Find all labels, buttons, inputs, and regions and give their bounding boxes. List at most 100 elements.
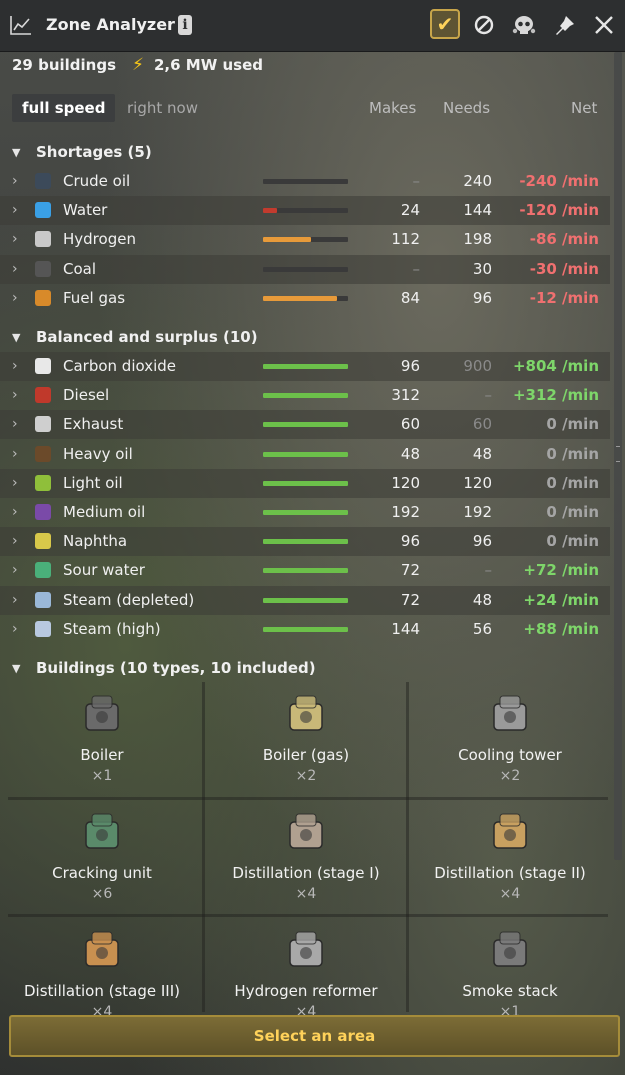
ratio-bar bbox=[263, 422, 348, 428]
resource-icon bbox=[35, 533, 51, 550]
close-icon bbox=[595, 16, 613, 34]
ratio-bar bbox=[263, 266, 348, 272]
shortages-section-header[interactable]: ▼ Shortages (5) bbox=[0, 138, 625, 166]
resource-row[interactable]: › Water 24 144 -120 /min bbox=[0, 196, 610, 226]
buildings-section-header[interactable]: ▼ Buildings (10 types, 10 included) bbox=[0, 654, 625, 682]
building-name: Distillation (stage II) bbox=[434, 864, 586, 882]
net-value: -240 /min bbox=[519, 172, 599, 190]
resource-row[interactable]: › Light oil 120 120 0 /min bbox=[0, 468, 610, 498]
makes-value: 48 bbox=[400, 444, 420, 463]
pin-button[interactable] bbox=[549, 9, 581, 41]
net-value: 0 /min bbox=[546, 473, 599, 492]
check-icon: ✔ bbox=[436, 12, 454, 36]
resource-row[interactable]: › Diesel 312 – +312 /min bbox=[0, 381, 610, 410]
ratio-bar-fill bbox=[263, 393, 348, 399]
window-title: Zone Analyzer bbox=[46, 15, 175, 34]
resource-row[interactable]: › Naphtha 96 96 0 /min bbox=[0, 527, 610, 557]
makes-value: 192 bbox=[391, 503, 420, 521]
building-name: Boiler (gas) bbox=[262, 746, 350, 764]
building-card[interactable]: Boiler ×1 bbox=[2, 682, 202, 798]
makes-value: 312 bbox=[391, 386, 420, 405]
resource-row[interactable]: › Steam (high) 144 56 +88 /min bbox=[0, 615, 610, 644]
needs-value: 48 bbox=[472, 444, 492, 463]
ratio-bar bbox=[263, 364, 348, 369]
net-value: -12 /min bbox=[529, 288, 599, 307]
resource-row[interactable]: › Crude oil – 240 -240 /min bbox=[0, 167, 610, 196]
building-count: ×6 bbox=[91, 886, 113, 902]
resource-name: Hydrogen bbox=[63, 230, 136, 249]
resource-row[interactable]: › Carbon dioxide 96 900 +804 /min bbox=[0, 352, 610, 381]
info-icon[interactable]: i bbox=[178, 15, 192, 35]
resource-icon bbox=[35, 591, 51, 608]
balanced-section-header[interactable]: ▼ Balanced and surplus (10) bbox=[0, 323, 625, 351]
select-area-button[interactable]: Select an area bbox=[9, 1015, 620, 1057]
chevron-down-icon: ▼ bbox=[12, 330, 21, 344]
resource-row[interactable]: › Sour water 72 – +72 /min bbox=[0, 556, 610, 585]
disable-button[interactable] bbox=[468, 9, 500, 41]
makes-value: 60 bbox=[400, 415, 420, 434]
net-value: 0 /min bbox=[546, 503, 599, 521]
ratio-bar-fill bbox=[263, 568, 348, 574]
building-card[interactable]: Distillation (stage I) ×4 bbox=[206, 800, 406, 916]
chevron-down-icon: ▼ bbox=[12, 661, 21, 675]
resource-row[interactable]: › Coal – 30 -30 /min bbox=[0, 254, 610, 284]
needs-value: 96 bbox=[472, 532, 492, 551]
tab-full-speed[interactable]: full speed bbox=[12, 94, 116, 122]
ratio-bar bbox=[263, 510, 348, 515]
title-bar[interactable]: Zone Analyzer i ✔ bbox=[0, 0, 625, 52]
resource-row[interactable]: › Steam (depleted) 72 48 +24 /min bbox=[0, 585, 610, 615]
makes-value: 112 bbox=[391, 230, 420, 249]
chevron-right-icon: › bbox=[12, 591, 18, 608]
ratio-bar bbox=[263, 393, 348, 399]
resource-name: Coal bbox=[63, 259, 97, 278]
chevron-right-icon: › bbox=[12, 533, 18, 550]
ratio-bar-fill bbox=[263, 539, 348, 545]
cracking-unit-icon bbox=[85, 813, 119, 849]
resource-name: Light oil bbox=[63, 473, 123, 492]
tab-right-now[interactable]: right now bbox=[127, 94, 198, 122]
ratio-bar-fill bbox=[263, 364, 348, 369]
resource-name: Medium oil bbox=[63, 503, 146, 521]
resource-row[interactable]: › Medium oil 192 192 0 /min bbox=[0, 498, 610, 527]
building-card[interactable]: Distillation (stage II) ×4 bbox=[410, 800, 610, 916]
building-card[interactable]: Boiler (gas) ×2 bbox=[206, 682, 406, 798]
block-icon bbox=[474, 15, 494, 35]
net-value: -86 /min bbox=[529, 230, 599, 249]
resource-icon bbox=[35, 445, 51, 462]
ratio-bar-fill bbox=[263, 208, 278, 214]
resource-icon bbox=[35, 562, 51, 579]
resource-name: Water bbox=[63, 201, 108, 220]
net-value: +804 /min bbox=[512, 357, 599, 375]
pollution-button[interactable] bbox=[508, 9, 540, 41]
resource-icon bbox=[35, 173, 51, 189]
chevron-right-icon: › bbox=[12, 358, 18, 374]
resource-row[interactable]: › Hydrogen 112 198 -86 /min bbox=[0, 225, 610, 254]
needs-value: – bbox=[484, 561, 493, 580]
building-card[interactable]: Cracking unit ×6 bbox=[2, 800, 202, 916]
ratio-bar bbox=[263, 208, 348, 214]
makes-value: – bbox=[412, 259, 421, 278]
resource-name: Carbon dioxide bbox=[63, 357, 177, 375]
resource-name: Fuel gas bbox=[63, 288, 126, 307]
building-count: 29 buildings bbox=[12, 56, 117, 74]
building-count: ×2 bbox=[499, 768, 521, 784]
distillation-icon bbox=[493, 813, 527, 849]
confirm-button[interactable]: ✔ bbox=[430, 9, 460, 39]
resource-row[interactable]: › Heavy oil 48 48 0 /min bbox=[0, 440, 610, 469]
resource-row[interactable]: › Exhaust 60 60 0 /min bbox=[0, 410, 610, 440]
column-net: Net bbox=[571, 99, 598, 117]
resource-icon bbox=[35, 387, 51, 404]
distillation-icon bbox=[85, 931, 119, 967]
resource-icon bbox=[35, 358, 51, 374]
close-button[interactable] bbox=[588, 9, 620, 41]
chevron-right-icon: › bbox=[12, 562, 18, 579]
ratio-bar-fill bbox=[263, 295, 338, 301]
power-usage: 2,6 MW used bbox=[153, 56, 263, 74]
needs-value: – bbox=[484, 386, 493, 405]
resource-icon bbox=[35, 289, 51, 306]
building-card[interactable]: Cooling tower ×2 bbox=[410, 682, 610, 798]
resource-row[interactable]: › Fuel gas 84 96 -12 /min bbox=[0, 284, 610, 313]
building-name: Hydrogen reformer bbox=[234, 982, 378, 1000]
needs-value: 120 bbox=[463, 473, 492, 492]
resource-name: Heavy oil bbox=[63, 444, 133, 463]
